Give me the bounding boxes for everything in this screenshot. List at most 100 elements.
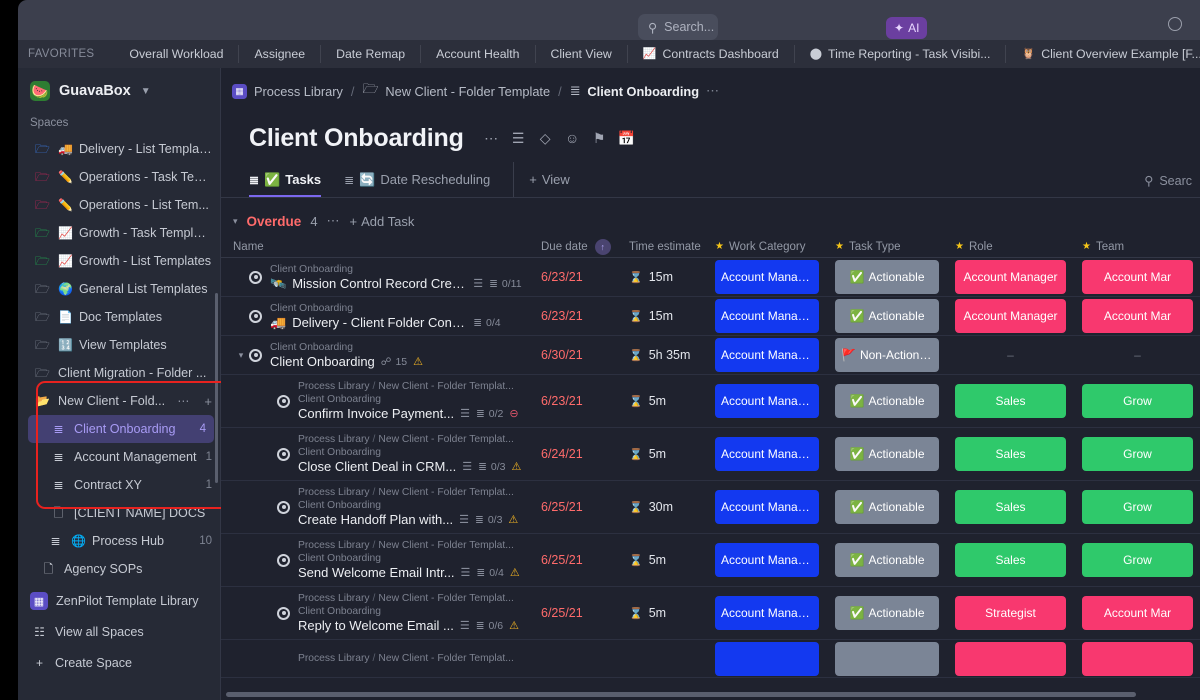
- cell-role[interactable]: Sales: [947, 481, 1074, 533]
- column-header-time-estimate[interactable]: Time estimate: [619, 241, 707, 253]
- cell-task-type-tag[interactable]: 🚩Non-Actionable: [835, 338, 939, 372]
- table-row[interactable]: Process Library/New Client - Folder Temp…: [221, 375, 1200, 428]
- favorite-item[interactable]: Assignee: [238, 45, 320, 63]
- cell-task-type-tag[interactable]: ✅Actionable: [835, 260, 939, 294]
- cell-team[interactable]: Account Mar: [1074, 587, 1200, 639]
- calendar-icon[interactable]: 📅: [613, 126, 640, 150]
- cell-task-type-tag[interactable]: [835, 642, 939, 676]
- cell-time-estimate[interactable]: ⌛15m: [619, 297, 707, 335]
- sidebar-item-growth-list-templates[interactable]: 🗁 📈 Growth - List Templates: [18, 247, 220, 275]
- favorite-item[interactable]: 🦉 Client Overview Example [F...: [1005, 45, 1200, 63]
- column-header-name[interactable]: Name: [221, 241, 531, 253]
- cell-task-type-tag[interactable]: ✅Actionable: [835, 596, 939, 630]
- cell-work-category-tag[interactable]: Account Managem...: [715, 299, 819, 333]
- cell-team[interactable]: [1074, 640, 1200, 677]
- cell-role[interactable]: Sales: [947, 428, 1074, 480]
- cell-team[interactable]: Grow: [1074, 428, 1200, 480]
- cell-task-type[interactable]: [827, 640, 947, 677]
- task-status-toggle[interactable]: [249, 310, 262, 323]
- cell-due-date[interactable]: 6/30/21: [531, 336, 619, 374]
- cell-name[interactable]: Client Onboarding🚚Delivery - Client Fold…: [221, 297, 531, 335]
- tab-date-rescheduling[interactable]: ≣ 🔄 Date Rescheduling: [344, 162, 499, 197]
- task-title-row[interactable]: 🚚Delivery - Client Folder Configur...≣0/…: [270, 315, 531, 331]
- cell-role-tag[interactable]: Account Manager: [955, 260, 1066, 294]
- sidebar-item-growth-task-templates[interactable]: 🗁 📈 Growth - Task Templat...: [18, 219, 220, 247]
- cell-team-tag[interactable]: [1082, 642, 1193, 676]
- chevron-down-icon[interactable]: ▼: [141, 86, 151, 97]
- cell-work-category[interactable]: Account Managem...: [707, 297, 827, 335]
- cell-time-estimate[interactable]: ⌛5m: [619, 375, 707, 427]
- cell-role[interactable]: Sales: [947, 375, 1074, 427]
- task-status-toggle[interactable]: [277, 607, 290, 620]
- cell-work-category-tag[interactable]: Account Managem...: [715, 490, 819, 524]
- task-title-row[interactable]: 🛰️Mission Control Record Crea...☰≣0/11: [270, 276, 531, 292]
- favorite-item[interactable]: ⬤ Time Reporting - Task Visibi...: [794, 45, 1006, 63]
- cell-due-date[interactable]: 6/24/21: [531, 428, 619, 480]
- task-status-toggle[interactable]: [249, 349, 262, 362]
- cell-time-estimate[interactable]: [619, 640, 707, 677]
- breadcrumb-item-process-library[interactable]: Process Library: [254, 84, 343, 99]
- sidebar-scrollbar[interactable]: [215, 293, 218, 483]
- cell-due-date[interactable]: 6/23/21: [531, 297, 619, 335]
- column-header-task-type[interactable]: ★ Task Type: [827, 241, 947, 253]
- add-view-button[interactable]: + View: [513, 162, 570, 197]
- cell-task-type[interactable]: 🚩Non-Actionable: [827, 336, 947, 374]
- cell-work-category[interactable]: Account Managem...: [707, 534, 827, 586]
- ai-button[interactable]: ✦ AI: [886, 17, 927, 39]
- cell-work-category[interactable]: Account Managem...: [707, 428, 827, 480]
- cell-name[interactable]: Client Onboarding🛰️Mission Control Recor…: [221, 258, 531, 296]
- cell-team-tag[interactable]: Grow: [1082, 437, 1193, 471]
- cell-team[interactable]: –: [1074, 336, 1200, 374]
- add-task-button[interactable]: + Add Task: [350, 214, 415, 229]
- cell-work-category-tag[interactable]: Account Managem...: [715, 384, 819, 418]
- cell-time-estimate[interactable]: ⌛5m: [619, 587, 707, 639]
- ellipsis-icon[interactable]: ⋯: [177, 394, 189, 408]
- table-row[interactable]: Process Library/New Client - Folder Temp…: [221, 534, 1200, 587]
- cell-role-tag[interactable]: Strategist: [955, 596, 1066, 630]
- cell-task-type[interactable]: ✅Actionable: [827, 428, 947, 480]
- cell-role[interactable]: Account Manager: [947, 258, 1074, 296]
- cell-task-type[interactable]: ✅Actionable: [827, 481, 947, 533]
- column-header-role[interactable]: ★ Role: [947, 241, 1074, 253]
- cell-due-date[interactable]: 6/25/21: [531, 587, 619, 639]
- task-status-toggle[interactable]: [277, 395, 290, 408]
- task-status-toggle[interactable]: [277, 501, 290, 514]
- table-row[interactable]: Process Library/New Client - Folder Temp…: [221, 428, 1200, 481]
- cell-role-tag[interactable]: Sales: [955, 490, 1066, 524]
- cell-due-date[interactable]: 6/25/21: [531, 534, 619, 586]
- sidebar-item-create-space[interactable]: + Create Space: [18, 649, 220, 677]
- task-title-row[interactable]: Reply to Welcome Email ...☰≣0/6⚠: [298, 618, 531, 634]
- cell-work-category[interactable]: Account Managem...: [707, 587, 827, 639]
- sidebar-item-agency-sops[interactable]: 🗋 Agency SOPs: [18, 555, 220, 583]
- cell-team-tag[interactable]: Grow: [1082, 543, 1193, 577]
- table-row[interactable]: Process Library/New Client - Folder Temp…: [221, 587, 1200, 640]
- people-icon[interactable]: ☺: [559, 126, 586, 150]
- ellipsis-icon[interactable]: ⋯: [478, 126, 505, 150]
- cell-work-category-tag[interactable]: [715, 642, 819, 676]
- favorite-item[interactable]: Client View: [535, 45, 627, 63]
- sidebar-item-view-templates[interactable]: 🗁 🔢 View Templates: [18, 331, 220, 359]
- cell-role[interactable]: Account Manager: [947, 297, 1074, 335]
- sidebar-item-account-management[interactable]: ≣ Account Management 1: [18, 443, 220, 471]
- cell-role-tag[interactable]: Sales: [955, 543, 1066, 577]
- table-row[interactable]: Process Library/New Client - Folder Temp…: [221, 481, 1200, 534]
- cell-team-tag[interactable]: Grow: [1082, 384, 1193, 418]
- sidebar-item-general-list-templates[interactable]: 🗁 🌍 General List Templates: [18, 275, 220, 303]
- sidebar-item-operations-list-templates[interactable]: 🗁 ✏️ Operations - List Tem...: [18, 191, 220, 219]
- cell-name[interactable]: Process Library/New Client - Folder Temp…: [221, 481, 531, 533]
- plus-icon[interactable]: +: [204, 394, 212, 409]
- cell-role-tag[interactable]: Sales: [955, 437, 1066, 471]
- sidebar-item-contract-xy[interactable]: ≣ Contract XY 1: [18, 471, 220, 499]
- task-title-row[interactable]: Client Onboarding☍15⚠: [270, 354, 531, 370]
- sidebar-item-delivery-list-templates[interactable]: 🗁 🚚 Delivery - List Templat...: [18, 135, 220, 163]
- table-row[interactable]: Process Library/New Client - Folder Temp…: [221, 640, 1200, 678]
- cell-task-type-tag[interactable]: ✅Actionable: [835, 543, 939, 577]
- task-title-row[interactable]: Close Client Deal in CRM...☰≣0/3⚠: [298, 459, 531, 475]
- sidebar-item-view-all-spaces[interactable]: ☷ View all Spaces: [18, 618, 220, 646]
- sidebar-item-zenpilot-template-library[interactable]: ▦ ZenPilot Template Library: [18, 587, 220, 615]
- task-status-toggle[interactable]: [249, 271, 262, 284]
- cell-role[interactable]: –: [947, 336, 1074, 374]
- chevron-down-icon[interactable]: ▾: [233, 350, 249, 361]
- cell-due-date[interactable]: 6/23/21: [531, 258, 619, 296]
- arrow-up-icon[interactable]: ↑: [595, 239, 611, 255]
